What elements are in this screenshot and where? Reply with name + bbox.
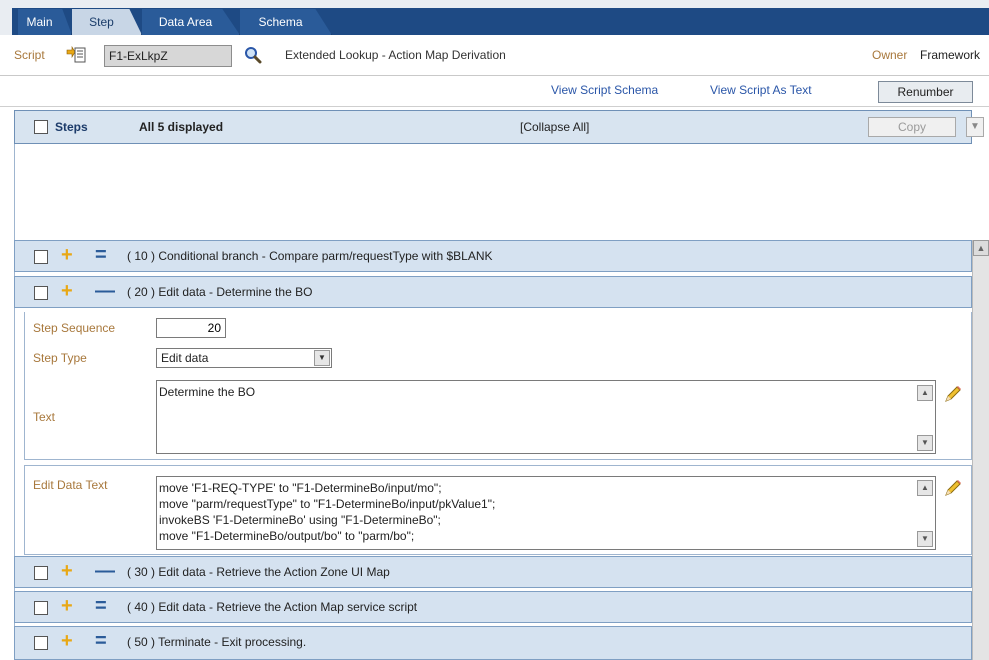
- action-links-row: View Script Schema View Script As Text R…: [0, 77, 989, 107]
- minus-icon[interactable]: —: [95, 281, 115, 301]
- plus-icon[interactable]: +: [61, 596, 73, 616]
- text-label: Text: [33, 410, 56, 424]
- step-type-value: Edit data: [161, 351, 209, 365]
- chevron-down-icon[interactable]: ▼: [314, 350, 330, 366]
- plus-icon[interactable]: +: [61, 561, 73, 581]
- script-context-icon[interactable]: [66, 45, 86, 64]
- steps-header: Steps All 5 displayed [Collapse All] Cop…: [14, 110, 984, 144]
- step-row-10[interactable]: + = ( 10 ) Conditional branch - Compare …: [14, 240, 972, 272]
- step-checkbox[interactable]: [34, 636, 48, 650]
- step-row-20[interactable]: + — ( 20 ) Edit data - Determine the BO: [14, 276, 972, 308]
- code-line: move "F1-DetermineBo/output/bo" to "parm…: [159, 529, 415, 543]
- step-row-40[interactable]: + = ( 40 ) Edit data - Retrieve the Acti…: [14, 591, 972, 623]
- step-checkbox[interactable]: [34, 601, 48, 615]
- search-icon[interactable]: [244, 46, 262, 64]
- step-summary: ( 30 ) Edit data - Retrieve the Action Z…: [127, 565, 390, 579]
- script-row: Script Extended Lookup - Action Map Deri…: [0, 36, 989, 76]
- script-description: Extended Lookup - Action Map Derivation: [285, 48, 506, 62]
- renumber-button[interactable]: Renumber: [878, 81, 973, 103]
- scroll-down-icon[interactable]: ▼: [917, 435, 933, 451]
- step-sequence-field[interactable]: [156, 318, 226, 338]
- minus-icon[interactable]: =: [95, 245, 107, 265]
- edit-data-text-area[interactable]: move 'F1-REQ-TYPE' to "F1-DetermineBo/in…: [156, 476, 936, 550]
- collapse-all-link[interactable]: [Collapse All]: [520, 120, 589, 134]
- owner-label: Owner: [872, 48, 908, 62]
- view-script-schema-link[interactable]: View Script Schema: [551, 83, 658, 97]
- edit-data-panel: Edit Data Text move 'F1-REQ-TYPE' to "F1…: [24, 465, 972, 555]
- minus-icon[interactable]: —: [95, 561, 115, 581]
- step-row-30[interactable]: + — ( 30 ) Edit data - Retrieve the Acti…: [14, 556, 972, 588]
- minus-icon[interactable]: =: [95, 631, 107, 651]
- scroll-down-icon[interactable]: ▼: [917, 531, 933, 547]
- scroll-up-icon[interactable]: ▲: [917, 385, 933, 401]
- step-summary: ( 40 ) Edit data - Retrieve the Action M…: [127, 600, 418, 614]
- step-summary: ( 50 ) Terminate - Exit processing.: [127, 635, 307, 649]
- step-checkbox[interactable]: [34, 286, 48, 300]
- plus-icon[interactable]: +: [61, 631, 73, 651]
- step-text-value: Determine the BO: [159, 385, 256, 399]
- step-checkbox[interactable]: [34, 566, 48, 580]
- step-checkbox[interactable]: [34, 250, 48, 264]
- code-line: move "parm/requestType" to "F1-Determine…: [159, 497, 496, 511]
- pencil-icon[interactable]: [943, 384, 963, 404]
- scroll-up-icon[interactable]: ▲: [917, 480, 933, 496]
- code-line: move 'F1-REQ-TYPE' to "F1-DetermineBo/in…: [159, 481, 442, 495]
- scroll-up-icon[interactable]: ▲: [973, 240, 989, 256]
- step-summary: ( 10 ) Conditional branch - Compare parm…: [127, 249, 493, 263]
- plus-icon[interactable]: +: [61, 281, 73, 301]
- steps-title: Steps: [55, 120, 88, 134]
- script-code-field[interactable]: [104, 45, 232, 67]
- chevron-down-icon[interactable]: ▼: [966, 117, 984, 137]
- select-all-checkbox[interactable]: [34, 120, 48, 134]
- step-sequence-label: Step Sequence: [33, 321, 116, 335]
- pencil-icon[interactable]: [943, 478, 963, 498]
- edit-data-text-label: Edit Data Text: [33, 478, 108, 492]
- code-line: invokeBS 'F1-DetermineBo' using "F1-Dete…: [159, 513, 441, 527]
- step-type-select[interactable]: Edit data ▼: [156, 348, 332, 368]
- step-row-50[interactable]: + = ( 50 ) Terminate - Exit processing.: [14, 626, 972, 660]
- page-scrollbar[interactable]: ▲: [972, 240, 989, 660]
- owner-value: Framework: [920, 48, 981, 62]
- step-summary: ( 20 ) Edit data - Determine the BO: [127, 285, 313, 299]
- script-label: Script: [14, 48, 45, 62]
- minus-icon[interactable]: =: [95, 596, 107, 616]
- step-type-label: Step Type: [33, 351, 87, 365]
- copy-button[interactable]: Copy: [868, 117, 956, 137]
- steps-count: All 5 displayed: [139, 120, 224, 134]
- view-script-as-text-link[interactable]: View Script As Text: [710, 83, 812, 97]
- tab-bar: Main Step Data Area Schema: [0, 0, 989, 35]
- step-detail-panel: Step Sequence Step Type Edit data ▼ Text…: [24, 312, 972, 460]
- plus-icon[interactable]: +: [61, 245, 73, 265]
- step-text-area[interactable]: Determine the BO ▲ ▼: [156, 380, 936, 454]
